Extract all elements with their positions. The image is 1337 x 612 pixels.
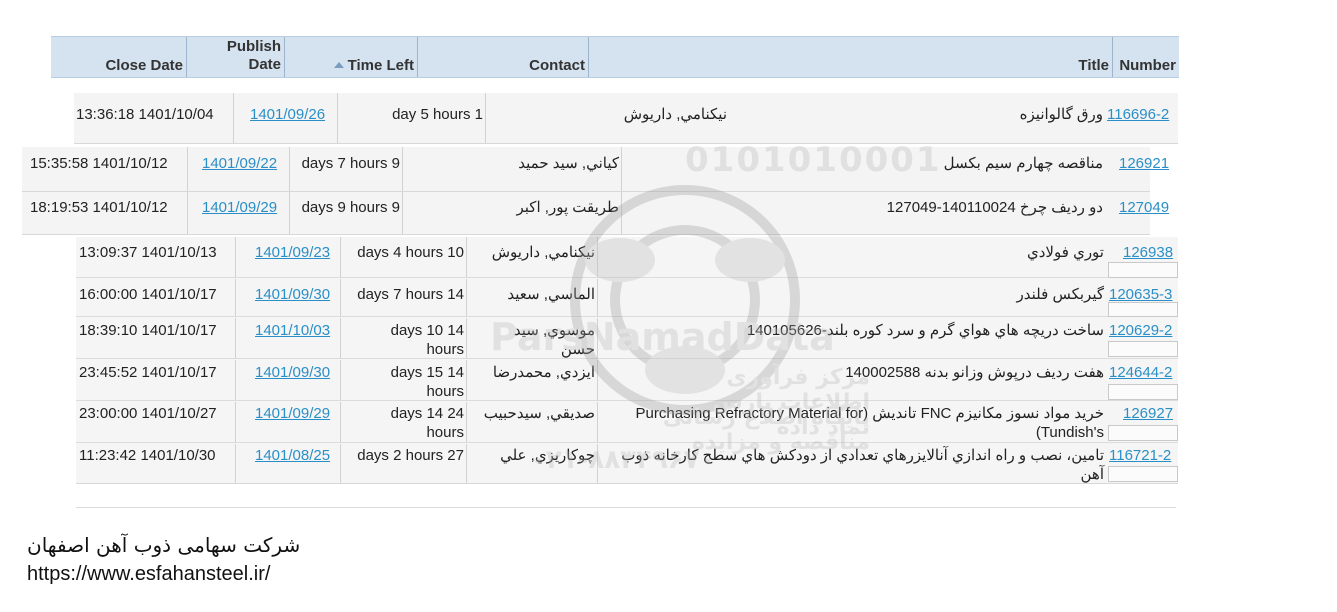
- number-link[interactable]: 124644-2: [1109, 364, 1172, 381]
- contact: صديقي, سيدحبيب: [467, 402, 598, 443]
- close-date: 23:00:00 1401/10/27: [76, 402, 236, 443]
- column-label-line: Publish: [226, 38, 281, 55]
- table-row: 18:19:53 1401/10/12 1401/09/29 days 9 ho…: [22, 192, 1169, 235]
- title: مناقصه چهارم سيم بكسل: [943, 155, 1103, 172]
- time-left: days 2 hours 27: [341, 444, 467, 483]
- time-left: days 15 14 hours: [341, 360, 467, 401]
- column-time-left[interactable]: Time Left: [285, 37, 418, 77]
- number-cell-box: [1108, 302, 1178, 317]
- contact: چوكاريزي, علي: [467, 444, 598, 483]
- column-label: Close Date: [105, 57, 183, 74]
- table-header: Close Date Publish Date Time Left Contac…: [51, 36, 1179, 78]
- time-left: days 10 14 hours: [341, 318, 467, 359]
- publish-date-link[interactable]: 1401/10/03: [255, 322, 330, 339]
- title: تامين، نصب و راه اندازي آنالايزرهاي تعدا…: [621, 447, 1104, 483]
- close-date: 13:36:18 1401/10/04: [74, 93, 234, 143]
- contact: نيكنامي, داريوش: [467, 237, 598, 278]
- publish-date[interactable]: 1401/09/22: [188, 147, 290, 191]
- column-label: Contact: [529, 57, 585, 74]
- publish-date[interactable]: 1401/10/03: [236, 318, 341, 359]
- number-cell-box: [1108, 341, 1178, 357]
- number-link[interactable]: 120635-3: [1109, 286, 1172, 303]
- title: خريد مواد نسوز مكانيزم FNC تانديش (Purch…: [598, 402, 1106, 443]
- close-date: 15:35:58 1401/10/12: [22, 147, 188, 191]
- column-close-date[interactable]: Close Date: [51, 37, 187, 77]
- publish-date[interactable]: 1401/09/30: [236, 279, 341, 317]
- sort-ascending-icon: [333, 62, 344, 68]
- time-left: days 4 hours 10: [341, 237, 467, 278]
- time-left: days 14 24 hours: [341, 402, 467, 443]
- column-label: Publish Date: [227, 38, 281, 74]
- number[interactable]: 126921: [1105, 147, 1169, 191]
- column-number[interactable]: Number: [1113, 37, 1179, 77]
- publish-date-link[interactable]: 1401/08/25: [255, 447, 330, 464]
- number-cell-box: [1108, 262, 1178, 278]
- time-left: days 9 hours 9: [290, 192, 403, 234]
- time-left: days 7 hours 14: [341, 279, 467, 317]
- close-date: 11:23:42 1401/10/30: [76, 444, 236, 483]
- contact: طريقت پور, اكبر: [403, 192, 622, 234]
- table-row: 15:35:58 1401/10/12 1401/09/22 days 7 ho…: [22, 147, 1169, 192]
- number-cell-box: [1108, 425, 1178, 441]
- column-contact[interactable]: Contact: [418, 37, 589, 77]
- column-label: Title: [1078, 57, 1109, 74]
- number-link[interactable]: 116696-2: [1107, 106, 1169, 123]
- close-date: 18:39:10 1401/10/17: [76, 318, 236, 359]
- number-link[interactable]: 126938: [1123, 244, 1173, 261]
- title: دو رديف چرخ 140110024-127049: [886, 199, 1103, 216]
- publish-date-link[interactable]: 1401/09/26: [250, 106, 325, 123]
- publish-date-link[interactable]: 1401/09/30: [255, 364, 330, 381]
- number-link[interactable]: 126927: [1123, 405, 1173, 422]
- publish-date[interactable]: 1401/09/29: [188, 192, 290, 234]
- contact: نيكنامي, داريوش: [623, 106, 727, 123]
- close-date: 16:00:00 1401/10/17: [76, 279, 236, 317]
- title: ساخت دريچه هاي هواي گرم و سرد كوره بلند-…: [598, 318, 1106, 359]
- publish-date-link[interactable]: 1401/09/29: [255, 405, 330, 422]
- contact: كياني, سيد حميد: [403, 147, 622, 191]
- table-row: 13:36:18 1401/10/04 1401/09/26 day 5 hou…: [74, 93, 1178, 144]
- publish-date[interactable]: 1401/09/23: [236, 237, 341, 278]
- publish-date-link[interactable]: 1401/09/22: [202, 155, 277, 172]
- time-left: days 7 hours 9: [290, 147, 403, 191]
- title: هفت رديف درپوش وزانو بدنه 140002588: [598, 360, 1106, 401]
- number[interactable]: 116696-2: [1105, 93, 1178, 143]
- title: گيربكس فلندر: [598, 279, 1106, 317]
- number-link[interactable]: 126921: [1119, 155, 1169, 172]
- number-link[interactable]: 127049: [1119, 199, 1169, 216]
- publish-date-link[interactable]: 1401/09/29: [202, 199, 277, 216]
- contact: موسوي, سيد حسن: [467, 318, 598, 359]
- publish-date-link[interactable]: 1401/09/23: [255, 244, 330, 261]
- title: توري فولادي: [598, 237, 1106, 278]
- column-label-text: Time Left: [347, 57, 414, 74]
- column-title[interactable]: Title: [589, 37, 1113, 77]
- number[interactable]: 127049: [1105, 192, 1169, 234]
- number-link[interactable]: 116721-2: [1109, 447, 1171, 464]
- table-bottom-rule: [76, 507, 1176, 508]
- publish-date[interactable]: 1401/08/25: [236, 444, 341, 483]
- title: ورق گالوانيزه: [1019, 106, 1103, 123]
- number-cell-box: [1108, 466, 1178, 482]
- publish-date[interactable]: 1401/09/30: [236, 360, 341, 401]
- number-cell-box: [1108, 384, 1178, 400]
- close-date: 23:45:52 1401/10/17: [76, 360, 236, 401]
- time-left: day 5 hours 1: [338, 93, 486, 143]
- publish-date-link[interactable]: 1401/09/30: [255, 286, 330, 303]
- publish-date[interactable]: 1401/09/29: [236, 402, 341, 443]
- close-date: 18:19:53 1401/10/12: [22, 192, 188, 234]
- column-label: Time Left: [333, 57, 414, 74]
- column-publish-date[interactable]: Publish Date: [187, 37, 285, 77]
- contact: الماسي, سعيد: [467, 279, 598, 317]
- company-name: شرکت سهامی ذوب آهن اصفهان: [27, 533, 301, 557]
- company-url[interactable]: https://www.esfahansteel.ir/: [27, 563, 270, 586]
- contact: ايزدي, محمدرضا: [467, 360, 598, 401]
- publish-date[interactable]: 1401/09/26: [234, 93, 338, 143]
- column-label: Number: [1119, 57, 1176, 74]
- column-label-line: Date: [248, 56, 281, 73]
- close-date: 13:09:37 1401/10/13: [76, 237, 236, 278]
- number-link[interactable]: 120629-2: [1109, 322, 1172, 339]
